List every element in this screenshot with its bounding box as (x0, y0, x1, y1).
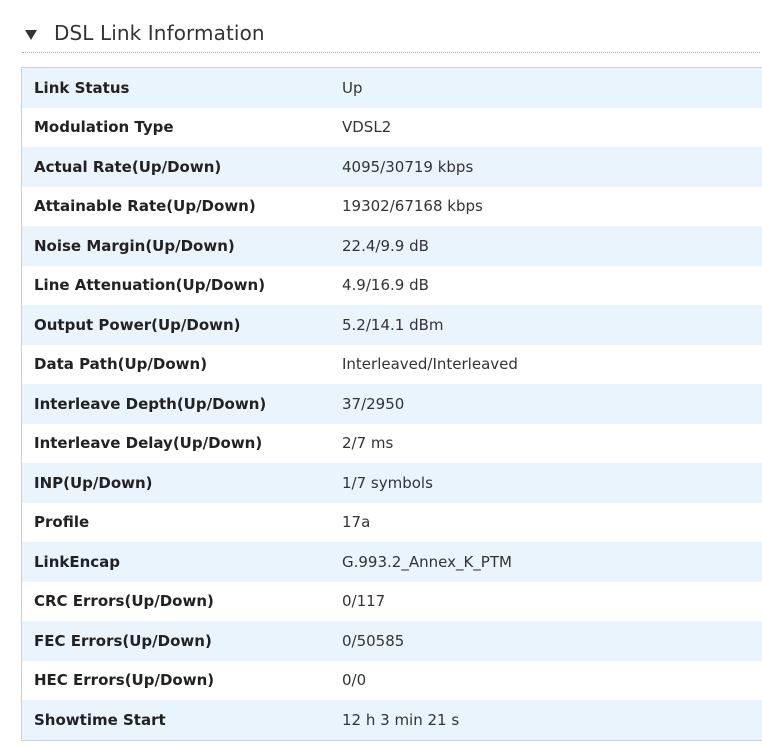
row-value-output-power: 5.2/14.1 dBm (342, 315, 444, 334)
table-row: Output Power(Up/Down) 5.2/14.1 dBm (22, 305, 762, 345)
row-value-interleave-delay: 2/7 ms (342, 434, 394, 453)
row-label-interleave-delay: Interleave Delay(Up/Down) (34, 434, 263, 453)
row-label-profile: Profile (34, 513, 90, 532)
table-row: Interleave Depth(Up/Down) 37/2950 (22, 384, 762, 424)
row-value-profile: 17a (342, 513, 371, 532)
row-value-noise-margin: 22.4/9.9 dB (342, 236, 429, 255)
row-value-link-encap: G.993.2_Annex_K_PTM (342, 552, 512, 571)
row-value-data-path: Interleaved/Interleaved (342, 355, 518, 374)
row-value-fec-errors: 0/50585 (342, 631, 405, 650)
row-label-modulation-type: Modulation Type (34, 118, 174, 137)
row-value-inp: 1/7 symbols (342, 473, 433, 492)
dsl-info-table: Link Status Up Modulation Type VDSL2 Act… (21, 67, 762, 741)
row-label-showtime-start: Showtime Start (34, 710, 166, 729)
row-value-attainable-rate: 19302/67168 kbps (342, 197, 483, 216)
table-row: Line Attenuation(Up/Down) 4.9/16.9 dB (22, 265, 762, 305)
row-label-fec-errors: FEC Errors(Up/Down) (34, 631, 212, 650)
row-label-link-encap: LinkEncap (34, 552, 121, 571)
table-row: Showtime Start 12 h 3 min 21 s (22, 700, 762, 740)
row-label-hec-errors: HEC Errors(Up/Down) (34, 671, 215, 690)
row-label-link-status: Link Status (34, 78, 130, 97)
section-title: DSL Link Information (54, 21, 265, 45)
row-label-output-power: Output Power(Up/Down) (34, 315, 241, 334)
table-row: Actual Rate(Up/Down) 4095/30719 kbps (22, 147, 762, 187)
table-row: HEC Errors(Up/Down) 0/0 (22, 660, 762, 700)
table-row: Profile 17a (22, 502, 762, 542)
table-row: Data Path(Up/Down) Interleaved/Interleav… (22, 344, 762, 384)
row-label-interleave-depth: Interleave Depth(Up/Down) (34, 394, 267, 413)
row-label-inp: INP(Up/Down) (34, 473, 153, 492)
row-label-actual-rate: Actual Rate(Up/Down) (34, 157, 222, 176)
row-value-line-attenuation: 4.9/16.9 dB (342, 276, 429, 295)
row-label-attainable-rate: Attainable Rate(Up/Down) (34, 197, 256, 216)
dsl-link-info-section-header[interactable]: DSL Link Information (22, 14, 760, 53)
row-value-modulation-type: VDSL2 (342, 118, 392, 137)
row-label-line-attenuation: Line Attenuation(Up/Down) (34, 276, 266, 295)
row-value-showtime-start: 12 h 3 min 21 s (342, 710, 460, 729)
table-row: LinkEncap G.993.2_Annex_K_PTM (22, 542, 762, 582)
table-row: Interleave Delay(Up/Down) 2/7 ms (22, 423, 762, 463)
row-value-actual-rate: 4095/30719 kbps (342, 157, 474, 176)
triangle-down-icon[interactable] (25, 29, 37, 40)
row-value-interleave-depth: 37/2950 (342, 394, 405, 413)
row-label-crc-errors: CRC Errors(Up/Down) (34, 592, 214, 611)
table-row: FEC Errors(Up/Down) 0/50585 (22, 621, 762, 661)
table-row: Modulation Type VDSL2 (22, 107, 762, 147)
row-label-data-path: Data Path(Up/Down) (34, 355, 208, 374)
row-value-link-status: Up (342, 78, 363, 97)
table-row: INP(Up/Down) 1/7 symbols (22, 463, 762, 503)
table-row: Link Status Up (22, 68, 762, 108)
row-value-crc-errors: 0/117 (342, 592, 386, 611)
table-row: CRC Errors(Up/Down) 0/117 (22, 581, 762, 621)
table-row: Attainable Rate(Up/Down) 19302/67168 kbp… (22, 186, 762, 226)
row-value-hec-errors: 0/0 (342, 671, 367, 690)
row-label-noise-margin: Noise Margin(Up/Down) (34, 236, 235, 255)
table-row: Noise Margin(Up/Down) 22.4/9.9 dB (22, 226, 762, 266)
